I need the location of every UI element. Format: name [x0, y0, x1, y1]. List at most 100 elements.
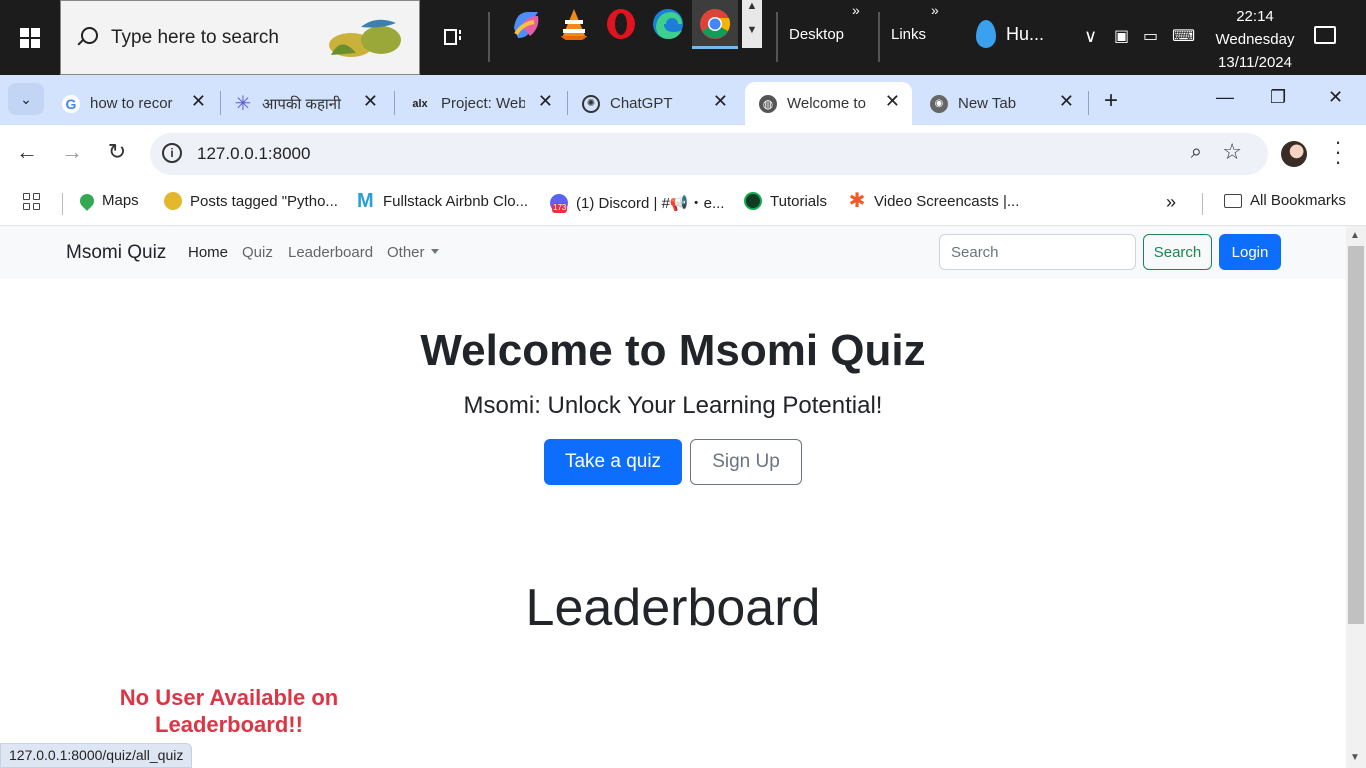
signup-button[interactable]: Sign Up	[690, 439, 802, 485]
nav-quiz-link[interactable]: Quiz	[242, 244, 273, 261]
camera-icon[interactable]: ▣	[1114, 26, 1129, 46]
globe-icon: ◍	[759, 94, 777, 113]
page-scrollbar[interactable]: ▲ ▼	[1346, 226, 1366, 768]
taskbar-search-box[interactable]: Type here to search	[60, 0, 420, 75]
search-icon	[75, 26, 99, 50]
taskbar-clock[interactable]: 22:14 Wednesday 13/11/2024	[1210, 5, 1300, 74]
restore-window-icon[interactable]: ❐	[1270, 87, 1286, 108]
profile-avatar[interactable]	[1281, 141, 1307, 167]
more-bookmarks-chevron-icon[interactable]: »	[1166, 192, 1176, 213]
copilot-icon[interactable]	[508, 6, 544, 42]
new-tab-plus-icon[interactable]: +	[1098, 87, 1124, 115]
mongodb-leaf-icon	[744, 192, 762, 210]
taskbar-scroll-arrows[interactable]: ▲ ▼	[742, 0, 762, 48]
site-search-button[interactable]: Search	[1143, 234, 1212, 270]
nav-other-dropdown[interactable]: Other	[387, 244, 439, 261]
bookmark-separator	[62, 193, 63, 215]
site-brand[interactable]: Msomi Quiz	[66, 242, 166, 264]
task-view-icon[interactable]	[432, 16, 474, 58]
tab-new-tab[interactable]: ◉ New Tab ✕	[916, 82, 1086, 125]
chrome-running-indicator	[692, 46, 738, 49]
site-navbar: Msomi Quiz Home Quiz Leaderboard Other S…	[0, 226, 1346, 279]
windows-taskbar: Type here to search ▲ ▼ Desktop » Links »…	[0, 0, 1366, 75]
bookmark-fullstack-airbnb[interactable]: M Fullstack Airbnb Clo...	[357, 191, 528, 211]
tab-search-chevron-icon[interactable]: ⌄	[8, 83, 44, 115]
python-posts-icon	[164, 192, 182, 210]
taskbar-separator	[878, 12, 880, 62]
bookmark-video-screencasts[interactable]: ✱ Video Screencasts |...	[848, 191, 1020, 211]
bookmark-python-posts[interactable]: Posts tagged "Pytho...	[164, 192, 338, 210]
take-quiz-button[interactable]: Take a quiz	[544, 439, 682, 485]
desktop-toolbar[interactable]: Desktop	[789, 26, 844, 43]
nav-home-link[interactable]: Home	[188, 244, 228, 261]
tab-story[interactable]: ✳ आपकी कहानी ✕	[220, 82, 390, 125]
forward-arrow-icon[interactable]: →	[57, 139, 87, 165]
bookmark-tutorials[interactable]: Tutorials	[744, 192, 827, 210]
taskbar-separator	[776, 12, 778, 62]
clock-date: 13/11/2024	[1218, 54, 1292, 71]
close-tab-icon[interactable]: ✕	[1059, 91, 1074, 112]
address-url[interactable]: 127.0.0.1:8000	[197, 144, 310, 164]
nav-other-label: Other	[387, 244, 425, 261]
no-user-message: No User Available on Leaderboard!!	[119, 685, 339, 737]
battery-icon[interactable]: ▭	[1143, 26, 1158, 46]
dropdown-caret-icon	[430, 249, 439, 254]
hero-subtitle: Msomi: Unlock Your Learning Potential!	[463, 392, 883, 419]
login-button[interactable]: Login	[1219, 234, 1281, 270]
zoom-magnifier-icon[interactable]: ⌕	[1191, 141, 1202, 164]
all-bookmarks-label: All Bookmarks	[1250, 192, 1346, 209]
scrollbar-thumb[interactable]	[1348, 246, 1364, 624]
taskbar-search-placeholder: Type here to search	[111, 26, 279, 48]
close-tab-icon[interactable]: ✕	[191, 91, 206, 112]
web-page: Msomi Quiz Home Quiz Leaderboard Other S…	[0, 226, 1346, 768]
windows-logo-icon	[20, 27, 40, 48]
chrome-icon[interactable]	[697, 6, 733, 42]
links-toolbar[interactable]: Links	[891, 26, 926, 43]
apps-grid-icon[interactable]	[23, 193, 40, 210]
edge-icon[interactable]	[650, 6, 686, 42]
scroll-down-arrow-icon[interactable]: ▼	[1350, 752, 1360, 763]
search-highlight-illustration	[329, 19, 401, 57]
bookmark-label: Tutorials	[770, 192, 827, 210]
scroll-up-arrow-icon[interactable]: ▲	[1350, 230, 1360, 241]
tab-alx-project[interactable]: alx Project: Web ✕	[395, 82, 565, 125]
keyboard-icon[interactable]: ⌨	[1172, 26, 1195, 46]
bookmark-star-icon[interactable]: ☆	[1222, 139, 1242, 165]
links-toolbar-chevron-icon[interactable]: »	[931, 2, 939, 18]
discord-badge: 173	[552, 202, 568, 213]
chrome-menu-icon[interactable]: · · ·	[1330, 131, 1346, 173]
start-button[interactable]	[0, 0, 60, 75]
site-search-input[interactable]	[939, 234, 1136, 270]
close-tab-icon[interactable]: ✕	[885, 91, 900, 112]
minimize-window-icon[interactable]: —	[1216, 87, 1234, 108]
close-tab-icon[interactable]: ✕	[713, 91, 728, 112]
discord-icon: 173	[550, 193, 568, 213]
close-window-icon[interactable]: ✕	[1328, 87, 1343, 108]
link-status-bar: 127.0.0.1:8000/quiz/all_quiz	[0, 743, 193, 768]
opera-icon[interactable]	[603, 6, 639, 42]
nav-leaderboard-link[interactable]: Leaderboard	[288, 244, 373, 261]
browser-tab-strip: ⌄ G how to recor ✕ ✳ आपकी कहानी ✕ alx Pr…	[0, 75, 1366, 125]
desktop-toolbar-chevron-icon[interactable]: »	[852, 2, 860, 18]
bookmark-maps[interactable]: Maps	[77, 190, 139, 211]
close-tab-icon[interactable]: ✕	[363, 91, 378, 112]
tab-welcome-active[interactable]: ◍ Welcome to ✕	[745, 82, 912, 125]
tab-google-search[interactable]: G how to recor ✕	[48, 82, 218, 125]
starburst-icon: ✳	[234, 93, 252, 115]
close-tab-icon[interactable]: ✕	[538, 91, 553, 112]
humidity-drop-icon	[976, 20, 996, 48]
reload-icon[interactable]: ↻	[102, 139, 132, 165]
site-info-icon[interactable]: i	[162, 143, 182, 163]
bookmark-discord[interactable]: 173 (1) Discord | #📢・e...	[550, 192, 724, 213]
weather-widget[interactable]: Hu...	[976, 20, 1044, 48]
vlc-icon[interactable]	[556, 6, 592, 42]
tab-title: आपकी कहानी	[262, 95, 342, 113]
all-bookmarks-button[interactable]: All Bookmarks	[1224, 192, 1346, 209]
address-bar[interactable]: i 127.0.0.1:8000 ⌕ ☆	[150, 133, 1268, 175]
notification-center-icon[interactable]	[1314, 26, 1336, 44]
show-hidden-icons-chevron-icon[interactable]: ∨	[1084, 26, 1097, 47]
tab-chatgpt[interactable]: ✺ ChatGPT ✕	[568, 82, 740, 125]
bookmark-separator	[1202, 193, 1203, 215]
hero-title: Welcome to Msomi Quiz	[420, 326, 926, 375]
back-arrow-icon[interactable]: ←	[12, 139, 42, 165]
